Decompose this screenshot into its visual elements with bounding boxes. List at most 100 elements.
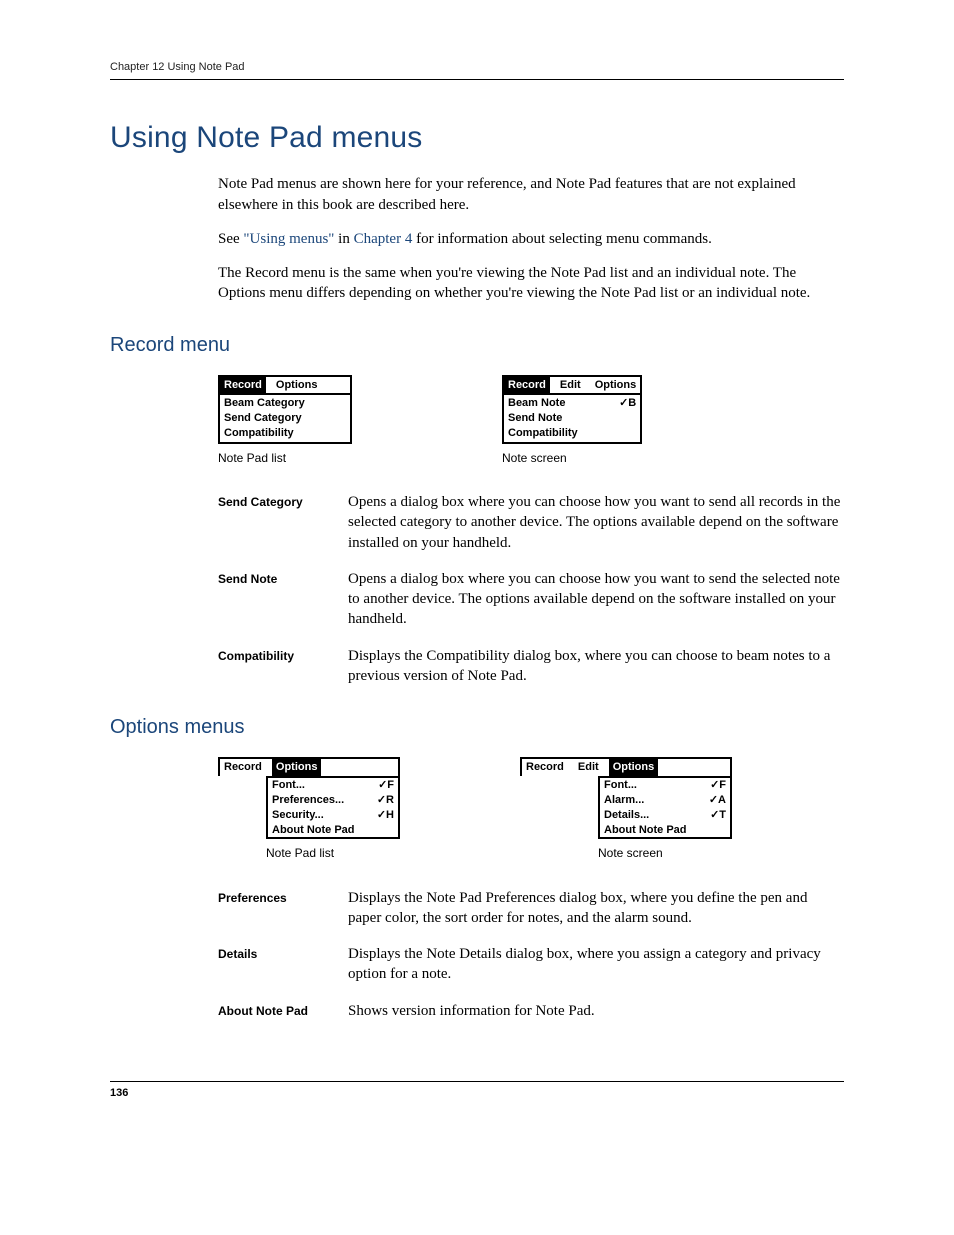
screenshot-caption: Note screen [598, 845, 663, 861]
intro-block: Note Pad menus are shown here for your r… [218, 174, 844, 303]
dropdown: Font... ✓F Alarm... ✓A Details... ✓T About … [598, 776, 732, 839]
menu-item-shortcut: ✓T [710, 808, 726, 823]
screenshot-caption: Note Pad list [218, 450, 286, 466]
screenshot-record-note: Record Edit Options Beam Note ✓B Send Not… [502, 375, 642, 467]
palm-menu-box: Record Edit Options Beam Note ✓B Send Not… [502, 375, 642, 444]
menu-item-label: Details... [604, 808, 649, 823]
definition-term: Send Category [218, 492, 348, 553]
text: in [334, 231, 353, 247]
menu-item-label: Security... [272, 808, 324, 823]
page-title: Using Note Pad menus [110, 118, 844, 159]
menu-item: Font... ✓F [268, 778, 398, 793]
section-heading-options-menus: Options menus [110, 714, 844, 741]
options-menus-screenshots: Record Options Font...✓F Preferences...✓… [218, 757, 844, 861]
section-heading-record-menu: Record menu [110, 332, 844, 359]
definition-desc: Shows version information for Note Pad. [348, 1001, 844, 1021]
definition-row: Details Displays the Note Details dialog… [218, 944, 844, 985]
menu-item-label: Preferences... [272, 793, 344, 808]
menubar-item: Record [504, 377, 550, 394]
menubar-item: Record [220, 377, 266, 394]
running-header: Chapter 12 Using Note Pad [110, 60, 844, 80]
definition-desc: Opens a dialog box where you can choose … [348, 492, 844, 553]
definition-row: About Note Pad Shows version information… [218, 1001, 844, 1021]
menu-item-label: About Note Pad [272, 823, 355, 838]
menubar-item: Record [522, 759, 568, 776]
link-chapter-4[interactable]: Chapter 4 [354, 231, 413, 247]
definition-desc: Displays the Note Details dialog box, wh… [348, 944, 844, 985]
menu-item-label: Send Note [508, 411, 562, 426]
definition-term: Details [218, 944, 348, 985]
menu-item: Compatibility [220, 426, 350, 441]
menubar-item: Options [272, 759, 322, 776]
definition-term: Compatibility [218, 646, 348, 687]
link-using-menus[interactable]: "Using menus" [243, 231, 334, 247]
definition-row: Send Note Opens a dialog box where you c… [218, 569, 844, 630]
menu-item-shortcut: ✓H [377, 808, 394, 823]
definition-term: About Note Pad [218, 1001, 348, 1021]
menu-item-label: Font... [604, 778, 637, 793]
definition-term: Send Note [218, 569, 348, 630]
dropdown-offset: Font... ✓F Alarm... ✓A Details... ✓T About … [598, 776, 732, 839]
menubar-item: Edit [574, 759, 603, 776]
palm-menu-box: Record Edit Options [520, 757, 732, 776]
menu-item: About Note Pad [268, 823, 398, 838]
definition-desc: Displays the Note Pad Preferences dialog… [348, 888, 844, 929]
text: for information about selecting menu com… [412, 231, 712, 247]
palm-menu-assembly: Record Options Font...✓F Preferences...✓… [218, 757, 400, 839]
options-menus-definitions: Preferences Displays the Note Pad Prefer… [218, 888, 844, 1021]
menubar-item: Edit [556, 377, 585, 394]
menubar-item: Options [609, 759, 659, 776]
screenshot-options-note: Record Edit Options Font... ✓F Alarm... ✓A… [520, 757, 732, 861]
menu-item: Beam Category [220, 396, 350, 411]
menu-item: Details... ✓T [600, 808, 730, 823]
menu-item: Send Category [220, 411, 350, 426]
screenshot-record-list: Record Options Beam Category Send Catego… [218, 375, 352, 467]
intro-paragraph-1: Note Pad menus are shown here for your r… [218, 174, 844, 215]
record-menu-definitions: Send Category Opens a dialog box where y… [218, 492, 844, 686]
screenshot-caption: Note screen [502, 450, 567, 466]
menu-item: Beam Note ✓B [504, 396, 640, 411]
menubar: Record Options [220, 759, 398, 776]
menu-item-shortcut: ✓F [378, 778, 394, 793]
menu-item: Security... ✓H [268, 808, 398, 823]
menubar-item: Options [591, 377, 641, 394]
menu-item-label: Font... [272, 778, 305, 793]
menubar: Record Edit Options [504, 377, 640, 396]
dropdown: Beam Category Send Category Compatibilit… [220, 395, 350, 442]
dropdown-offset: Font... ✓F Preferences...✓R Security... ✓H… [266, 776, 400, 839]
menu-item-shortcut: ✓F [710, 778, 726, 793]
definition-row: Send Category Opens a dialog box where y… [218, 492, 844, 553]
menu-item: Alarm... ✓A [600, 793, 730, 808]
definition-row: Compatibility Displays the Compatibility… [218, 646, 844, 687]
palm-menu-assembly: Record Edit Options Font... ✓F Alarm... ✓A… [520, 757, 732, 839]
menu-item-shortcut: ✓A [709, 793, 726, 808]
definition-term: Preferences [218, 888, 348, 929]
menubar: Record Edit Options [522, 759, 730, 776]
screenshot-options-list: Record Options Font...✓F Preferences...✓… [218, 757, 400, 861]
screenshot-caption: Note Pad list [266, 845, 334, 861]
palm-menu-box: Record Options Beam Category Send Catego… [218, 375, 352, 444]
menubar-item: Record [220, 759, 266, 776]
menu-item-label: Compatibility [224, 426, 294, 441]
definition-desc: Opens a dialog box where you can choose … [348, 569, 844, 630]
page-number: 136 [110, 1081, 844, 1101]
palm-menu-box: Record Options [218, 757, 400, 776]
menu-item-label: Beam Note [508, 396, 565, 411]
menu-item: About Note Pad [600, 823, 730, 838]
menu-item-label: Compatibility [508, 426, 578, 441]
menu-item: Compatibility [504, 426, 640, 441]
menu-item: Font... ✓F [600, 778, 730, 793]
definition-row: Preferences Displays the Note Pad Prefer… [218, 888, 844, 929]
intro-paragraph-3: The Record menu is the same when you're … [218, 263, 844, 304]
menubar-item: Options [272, 377, 322, 394]
menu-item-label: Alarm... [604, 793, 644, 808]
text: See [218, 231, 243, 247]
dropdown: Beam Note ✓B Send Note Compatibility [504, 395, 640, 442]
dropdown: Font... ✓F Preferences...✓R Security... ✓H… [266, 776, 400, 839]
menubar: Record Options [220, 377, 350, 396]
record-menu-screenshots: Record Options Beam Category Send Catego… [218, 375, 844, 467]
intro-paragraph-2: See "Using menus" in Chapter 4 for infor… [218, 229, 844, 249]
menu-item-label: Send Category [224, 411, 302, 426]
menu-item: Preferences...✓R [268, 793, 398, 808]
menu-item-shortcut: ✓B [619, 396, 636, 411]
